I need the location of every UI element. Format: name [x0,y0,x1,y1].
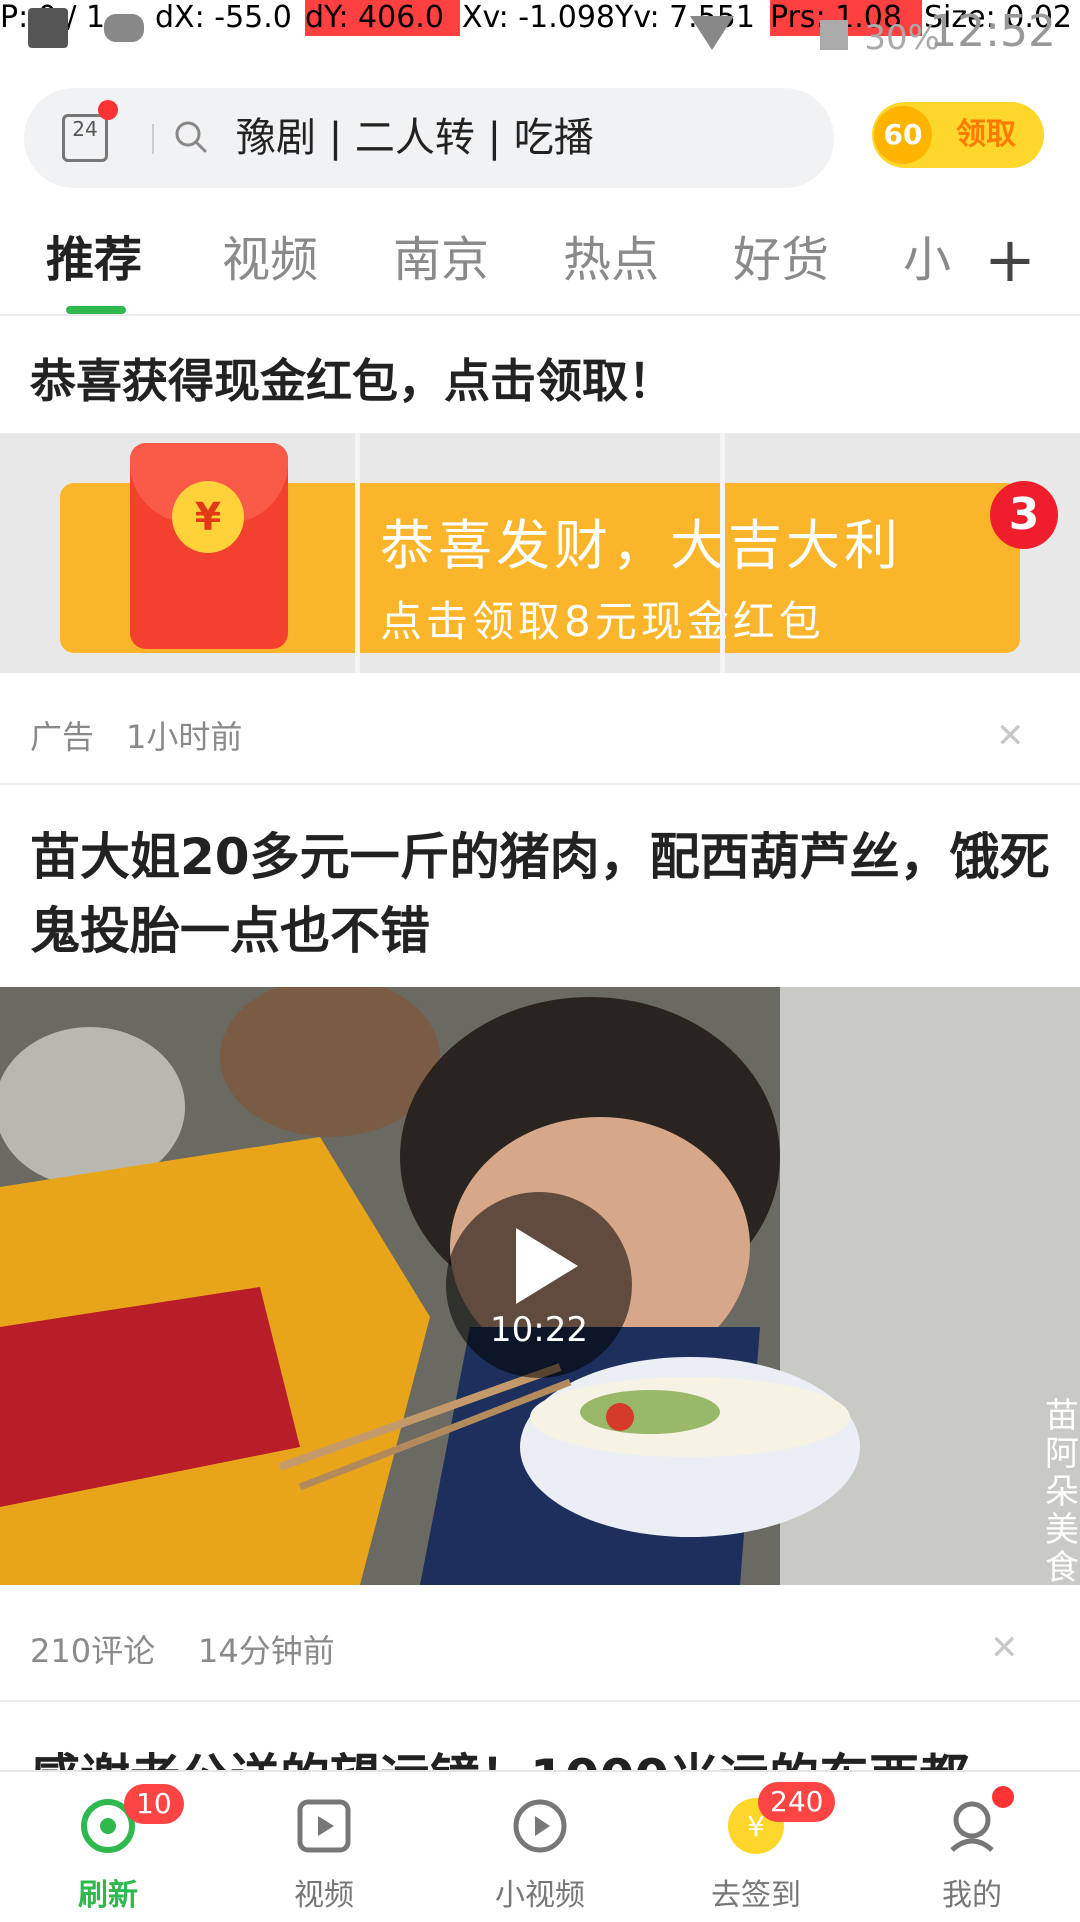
nav-label: 去签到 [711,1878,801,1913]
article-title[interactable]: 苗大姐20多元一斤的猪肉，配西葫芦丝，饿死鬼投胎一点也不错 [30,820,1050,968]
image-seam [355,433,360,673]
profile-notification-dot [992,1786,1014,1808]
add-channel-icon[interactable]: + [984,229,1036,291]
nav-label: 我的 [942,1878,1002,1913]
play-button[interactable]: 10:22 [446,1192,632,1378]
tab-video[interactable]: 视频 [222,210,318,310]
search-icon [175,121,207,153]
wifi-icon [690,16,734,50]
play-icon [516,1228,578,1304]
ad-banner-line1: 恭喜发财，大吉大利 [380,514,902,577]
card-divider [0,1700,1080,1702]
nav-label: 小视频 [495,1878,585,1913]
profile-icon [950,1801,994,1852]
notification-icon [28,8,68,48]
short-video-icon [513,1799,567,1853]
debug-dx: dX: -55.0 [155,0,292,35]
video-watermark: 苗阿朵美食 [1045,1396,1079,1585]
debug-xv: Xv: -1.098 [462,0,616,35]
video-icon [297,1799,351,1853]
yuan-coin-icon: ¥ [172,481,244,553]
refresh-badge: 10 [124,1784,184,1824]
search-input[interactable]: 豫剧 | 二人转 | 吃播 [236,88,594,188]
nav-label: 视频 [294,1878,354,1913]
nav-check-in[interactable]: ¥ 240 去签到 [648,1772,864,1922]
card-divider [0,783,1080,785]
calendar-day: 24 [72,117,98,141]
ad-time: 1小时前 [126,718,243,756]
video-thumbnail[interactable]: 10:22 苗阿朵美食 [0,987,1080,1585]
video-duration: 10:22 [490,1310,588,1350]
search-divider [152,124,154,154]
ad-banner-line2: 点击领取8元现金红包 [380,597,825,646]
dismiss-article-icon[interactable]: ✕ [990,1628,1019,1668]
search-bar[interactable]: 24 豫剧 | 二人转 | 吃播 [24,88,834,188]
bottom-nav: 10 刷新 视频 小视频 ¥ 240 去签到 我的 [0,1770,1080,1922]
image-seam [720,433,725,673]
app-notification-icon [104,14,144,42]
tab-more-partial[interactable]: 小 [903,210,951,310]
red-envelope-icon: ¥ [130,443,288,649]
tabs-divider [0,314,1080,316]
clock: 12:52 [929,6,1056,57]
dismiss-ad-icon[interactable]: ✕ [996,716,1025,756]
tab-hot[interactable]: 热点 [563,210,659,310]
debug-dy: dY: 406.0 [305,0,460,36]
ad-tag: 广告 [30,718,95,756]
nav-refresh[interactable]: 10 刷新 [0,1772,216,1922]
nav-video[interactable]: 视频 [216,1772,432,1922]
calendar-icon[interactable]: 24 [62,114,108,162]
claim-label: 领取 [956,117,1016,152]
ad-banner[interactable]: ¥ 恭喜发财，大吉大利 点击领取8元现金红包 3 [0,433,1080,673]
ad-badge: 3 [990,481,1058,549]
battery-icon [820,20,848,50]
claim-coins-button[interactable]: 60 领取 [872,102,1044,168]
nav-me[interactable]: 我的 [864,1772,1080,1922]
channel-tabs: 推荐 视频 南京 热点 好货 小 + [0,210,1080,314]
ad-title[interactable]: 恭喜获得现金红包，点击领取！ [30,345,674,411]
nav-label: 刷新 [78,1878,138,1913]
tab-nanjing[interactable]: 南京 [393,210,489,310]
active-tab-indicator [66,306,126,314]
article-comments: 210评论 [30,1632,156,1670]
coin-icon: 60 [874,106,932,164]
article-time: 14分钟前 [198,1632,335,1670]
calendar-notification-dot [98,100,118,120]
nav-short-video[interactable]: 小视频 [432,1772,648,1922]
status-bar: P: 0 / 1 dX: -55.0 dY: 406.0 Xv: -1.098 … [0,0,1080,58]
tab-recommend[interactable]: 推荐 [46,210,142,310]
tab-goods[interactable]: 好货 [733,210,829,310]
check-in-badge: 240 [758,1782,836,1822]
